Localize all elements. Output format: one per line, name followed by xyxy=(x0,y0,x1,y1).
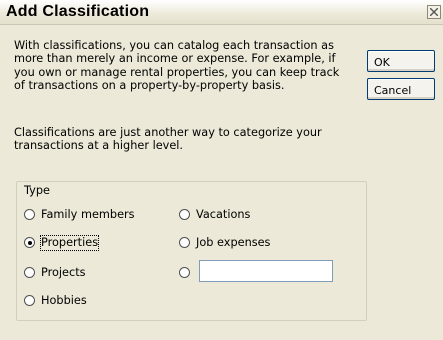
radio-label: Properties xyxy=(39,235,100,251)
radio-button[interactable] xyxy=(24,209,35,220)
cancel-button[interactable]: Cancel xyxy=(367,78,435,100)
add-classification-dialog: Add Classification With classifications,… xyxy=(0,0,443,340)
radio-button-selected[interactable] xyxy=(24,237,35,248)
radio-button[interactable] xyxy=(179,237,190,248)
radio-label: Vacations xyxy=(196,208,251,221)
dialog-title: Add Classification xyxy=(6,3,150,20)
intro-text: With classifications, you can catalog ea… xyxy=(14,39,340,93)
radio-button[interactable] xyxy=(179,267,190,278)
secondary-text: Classifications are just another way to … xyxy=(14,126,322,153)
close-icon xyxy=(430,8,438,16)
radio-button[interactable] xyxy=(24,295,35,306)
radio-label: Job expenses xyxy=(196,236,271,249)
other-classification-input[interactable] xyxy=(199,260,333,282)
type-group-legend: Type xyxy=(24,184,50,197)
radio-label: Family members xyxy=(41,208,135,221)
radio-button[interactable] xyxy=(179,209,190,220)
radio-label: Hobbies xyxy=(41,294,87,307)
title-bar[interactable]: Add Classification xyxy=(0,0,443,25)
radio-label: Projects xyxy=(41,266,86,279)
close-button[interactable] xyxy=(427,5,441,19)
ok-button[interactable]: OK xyxy=(367,50,435,72)
radio-button[interactable] xyxy=(24,267,35,278)
